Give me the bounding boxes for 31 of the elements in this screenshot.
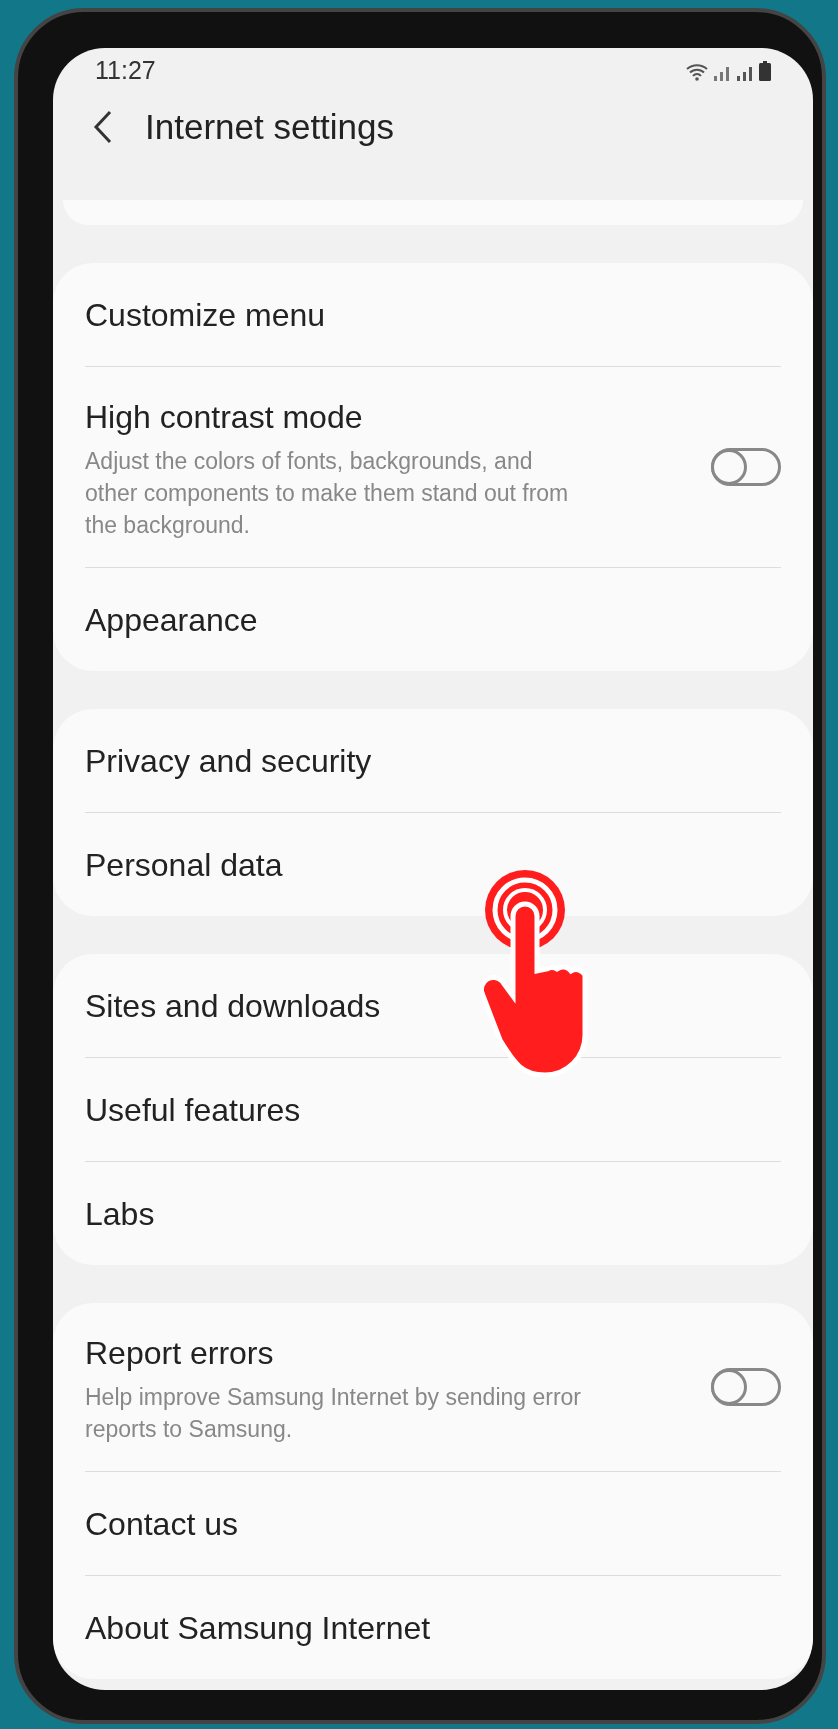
back-icon — [93, 110, 113, 144]
item-title: Appearance — [85, 600, 258, 640]
item-title: Personal data — [85, 845, 283, 885]
settings-item[interactable]: Report errors Help improve Samsung Internet by sending error reports to Samsung. — [85, 1303, 781, 1471]
settings-item[interactable]: Customize menu — [85, 263, 781, 366]
settings-item[interactable]: About Samsung Internet — [85, 1576, 781, 1679]
toggle-switch[interactable] — [711, 1368, 781, 1406]
item-title: High contrast mode — [85, 398, 364, 437]
item-title: About Samsung Internet — [85, 1608, 431, 1648]
item-title: Useful features — [85, 1090, 301, 1130]
item-title: Customize menu — [85, 295, 326, 335]
settings-item[interactable]: Useful features — [85, 1058, 781, 1161]
page-title: Internet settings — [145, 105, 395, 148]
settings-item[interactable]: Appearance — [85, 568, 781, 671]
settings-item[interactable]: High contrast mode Adjust the colors of fonts, backgrounds, and other components to make them stand out from the background. — [85, 367, 781, 567]
item-title: Report errors — [85, 1334, 275, 1373]
battery-icon — [759, 61, 771, 81]
wifi-icon — [686, 63, 708, 81]
item-title: Labs — [85, 1194, 155, 1234]
item-title: Privacy and security — [85, 741, 372, 781]
settings-item[interactable]: Sites and downloads — [85, 954, 781, 1057]
settings-item[interactable]: Personal data — [85, 813, 781, 916]
settings-item[interactable]: Labs — [85, 1162, 781, 1265]
item-title: Contact us — [85, 1504, 238, 1544]
toggle-switch[interactable] — [711, 448, 781, 486]
status-time: 11:27 — [95, 55, 156, 87]
settings-item[interactable]: Privacy and security — [85, 709, 781, 812]
item-description: Help improve Samsung Internet by sending error reports to Samsung. — [85, 1383, 583, 1444]
item-description: Adjust the colors of fonts, backgrounds, and other components to make them stand out from the background. — [85, 447, 570, 540]
item-title: Sites and downloads — [85, 986, 381, 1026]
settings-item[interactable]: Contact us — [85, 1472, 781, 1575]
